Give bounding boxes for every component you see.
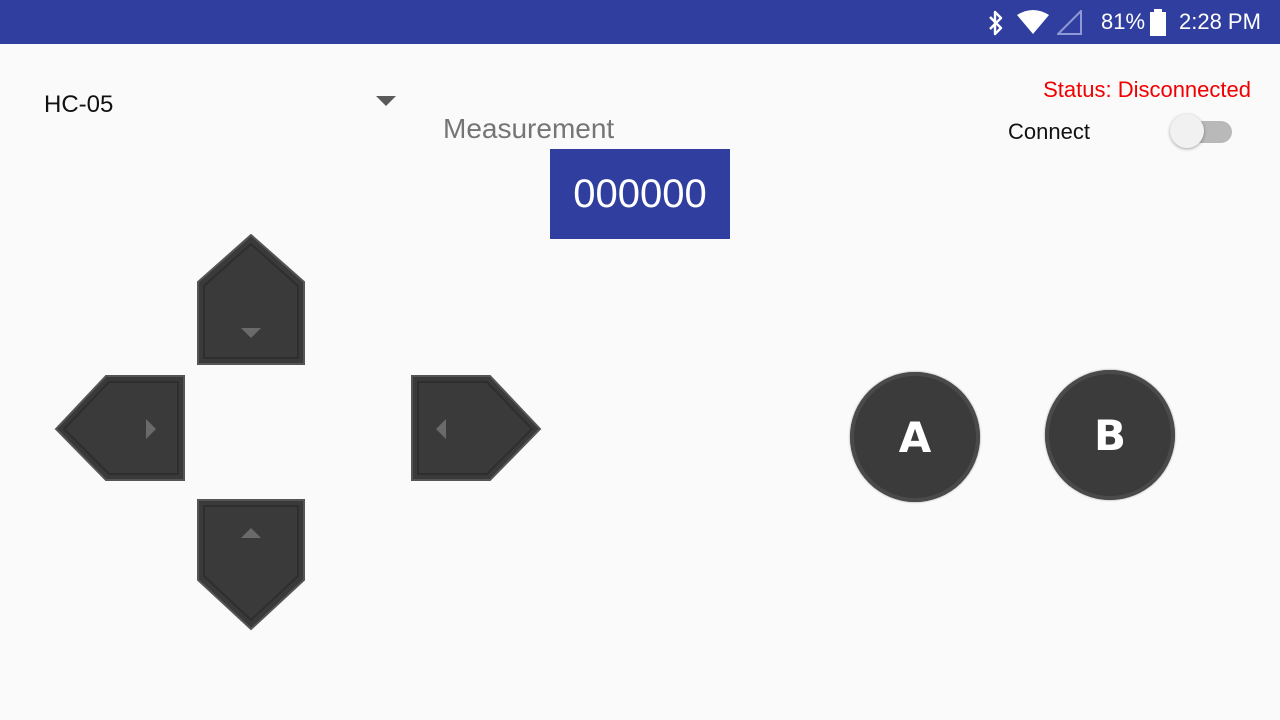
b-button[interactable]: B xyxy=(1045,370,1175,500)
connection-status: Status: Disconnected xyxy=(1043,77,1251,102)
wifi-icon xyxy=(1017,10,1049,34)
cell-signal-icon xyxy=(1057,10,1082,35)
b-button-label: B xyxy=(1093,410,1126,460)
status-bar: 81% 2:28 PM xyxy=(0,0,1280,44)
a-button-label: A xyxy=(898,412,932,462)
connect-label: Connect xyxy=(1008,119,1090,144)
device-dropdown-value: HC-05 xyxy=(44,91,114,118)
battery-icon xyxy=(1150,9,1166,36)
dpad-right-button[interactable] xyxy=(408,374,542,484)
device-dropdown[interactable]: HC-05 xyxy=(44,88,400,122)
dropdown-arrow-icon xyxy=(376,96,396,106)
connect-toggle[interactable] xyxy=(1170,112,1234,150)
measurement-label: Measurement xyxy=(443,113,615,144)
measurement-value: 000000 xyxy=(573,171,707,216)
bluetooth-icon xyxy=(989,10,1003,36)
dpad-down-button[interactable] xyxy=(196,498,306,632)
a-button[interactable]: A xyxy=(850,372,980,502)
toggle-thumb xyxy=(1170,114,1204,148)
clock: 2:28 PM xyxy=(1179,9,1261,34)
measurement-display: 000000 xyxy=(550,149,730,239)
dpad-up-button[interactable] xyxy=(196,234,306,366)
battery-percent: 81% xyxy=(1101,9,1146,34)
dpad-left-button[interactable] xyxy=(54,374,188,484)
